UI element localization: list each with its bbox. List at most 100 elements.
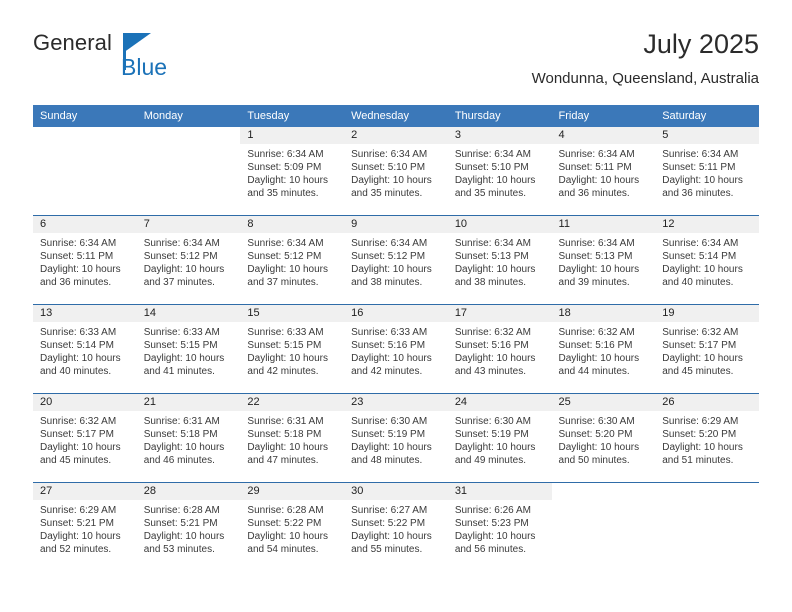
day-info-line: Sunset: 5:09 PM <box>247 162 322 173</box>
calendar-day-cell[interactable]: 20 Sunrise: 6:32 AM Sunset: 5:17 PM Dayligh… <box>33 393 137 483</box>
day-number: 11 <box>551 216 656 233</box>
day-number: 19 <box>655 305 759 322</box>
calendar-day-cell[interactable]: 25 Sunrise: 6:30 AM Sunset: 5:20 PM Dayligh… <box>551 393 656 483</box>
calendar-day-cell[interactable]: 11 Sunrise: 6:34 AM Sunset: 5:13 PM Dayligh… <box>551 215 656 305</box>
day-sun-info: Sunrise: 6:34 AM Sunset: 5:14 PM Daylight:… <box>655 233 759 289</box>
calendar-day-cell[interactable]: 22 Sunrise: 6:31 AM Sunset: 5:18 PM Dayligh… <box>240 393 345 483</box>
day-info-line: Daylight: 10 hours <box>247 264 329 275</box>
day-info-line: Daylight: 10 hours <box>662 442 743 453</box>
day-info-line: Sunset: 5:21 PM <box>40 518 114 529</box>
calendar-day-cell[interactable]: 31 Sunrise: 6:26 AM Sunset: 5:23 PM Dayligh… <box>447 482 552 571</box>
day-info-line: Daylight: 10 hours <box>351 175 432 186</box>
day-info-line: Sunrise: 6:28 AM <box>247 505 324 516</box>
day-info-line: Sunset: 5:11 PM <box>662 162 736 173</box>
day-info-line: Sunrise: 6:31 AM <box>143 416 220 427</box>
calendar-day-cell[interactable]: 7 Sunrise: 6:34 AM Sunset: 5:12 PM Daylight… <box>136 215 241 305</box>
day-info-line: Daylight: 10 hours <box>143 442 225 453</box>
calendar-week-row: 27 Sunrise: 6:29 AM Sunset: 5:21 PM Dayligh… <box>33 482 759 571</box>
day-info-line: and 45 minutes. <box>40 455 112 466</box>
day-info-line: Sunrise: 6:32 AM <box>558 327 635 338</box>
day-number: 23 <box>344 394 448 411</box>
calendar-day-cell[interactable]: 2 Sunrise: 6:34 AM Sunset: 5:10 PM Daylight… <box>344 127 448 216</box>
calendar-day-cell[interactable]: 27 Sunrise: 6:29 AM Sunset: 5:21 PM Dayligh… <box>33 482 137 571</box>
day-info-line: and 43 minutes. <box>454 366 526 377</box>
calendar-day-cell[interactable]: 3 Sunrise: 6:34 AM Sunset: 5:10 PM Daylight… <box>447 127 552 216</box>
day-info-line: and 36 minutes. <box>662 188 734 199</box>
day-info-line: Sunset: 5:19 PM <box>454 429 529 440</box>
calendar-day-cell[interactable]: 10 Sunrise: 6:34 AM Sunset: 5:13 PM Dayligh… <box>447 215 552 305</box>
day-info-line: Sunrise: 6:29 AM <box>662 416 739 427</box>
calendar-day-cell[interactable]: 1 Sunrise: 6:34 AM Sunset: 5:09 PM Daylight… <box>240 127 345 216</box>
day-sun-info: Sunrise: 6:34 AM Sunset: 5:11 PM Daylight:… <box>655 144 759 200</box>
day-sun-info: Sunrise: 6:26 AM Sunset: 5:23 PM Daylight:… <box>448 500 552 556</box>
day-number: 22 <box>240 394 345 411</box>
day-info-line: Sunset: 5:20 PM <box>662 429 737 440</box>
day-info-line: and 46 minutes. <box>143 455 215 466</box>
calendar-day-cell[interactable]: 4 Sunrise: 6:34 AM Sunset: 5:11 PM Daylight… <box>551 127 656 216</box>
day-info-line: Daylight: 10 hours <box>143 264 225 275</box>
day-sun-info: Sunrise: 6:34 AM Sunset: 5:12 PM Daylight:… <box>240 233 344 289</box>
day-info-line: Sunset: 5:10 PM <box>351 162 426 173</box>
day-info-line: and 35 minutes. <box>454 188 526 199</box>
calendar-grid: Sunday Monday Tuesday Wednesday Thursday… <box>33 105 759 571</box>
calendar-day-cell[interactable]: 28 Sunrise: 6:28 AM Sunset: 5:21 PM Dayligh… <box>136 482 241 571</box>
day-cell-content: 8 Sunrise: 6:34 AM Sunset: 5:12 PM Daylight… <box>240 216 345 304</box>
day-cell-content: 1 Sunrise: 6:34 AM Sunset: 5:09 PM Daylight… <box>240 127 345 215</box>
calendar-day-cell[interactable]: 29 Sunrise: 6:28 AM Sunset: 5:22 PM Dayligh… <box>240 482 345 571</box>
calendar-day-cell[interactable]: 23 Sunrise: 6:30 AM Sunset: 5:19 PM Dayligh… <box>344 393 448 483</box>
day-info-line: Sunset: 5:17 PM <box>662 340 737 351</box>
day-sun-info: Sunrise: 6:34 AM Sunset: 5:13 PM Daylight:… <box>552 233 656 289</box>
day-sun-info: Sunrise: 6:30 AM Sunset: 5:19 PM Daylight:… <box>448 411 552 467</box>
day-number: 16 <box>344 305 448 322</box>
day-sun-info <box>33 144 137 148</box>
day-number: 7 <box>136 216 241 233</box>
day-info-line: Daylight: 10 hours <box>662 175 743 186</box>
day-number: 26 <box>655 394 759 411</box>
calendar-day-cell[interactable]: 18 Sunrise: 6:32 AM Sunset: 5:16 PM Dayligh… <box>551 304 656 394</box>
day-sun-info: Sunrise: 6:27 AM Sunset: 5:22 PM Daylight:… <box>344 500 448 556</box>
calendar-day-cell[interactable]: 30 Sunrise: 6:27 AM Sunset: 5:22 PM Dayligh… <box>344 482 448 571</box>
day-info-line: and 55 minutes. <box>351 544 423 555</box>
day-info-line: and 53 minutes. <box>143 544 215 555</box>
calendar-week-row: 6 Sunrise: 6:34 AM Sunset: 5:11 PM Daylight… <box>33 215 759 305</box>
calendar-day-cell[interactable]: 13 Sunrise: 6:33 AM Sunset: 5:14 PM Dayligh… <box>33 304 137 394</box>
day-info-line: Daylight: 10 hours <box>143 531 225 542</box>
day-info-line: Sunset: 5:14 PM <box>40 340 114 351</box>
day-info-line: and 39 minutes. <box>558 277 630 288</box>
calendar-day-cell[interactable]: 8 Sunrise: 6:34 AM Sunset: 5:12 PM Daylight… <box>240 215 345 305</box>
calendar-week-row: 13 Sunrise: 6:33 AM Sunset: 5:14 PM Dayligh… <box>33 304 759 394</box>
day-cell-content: 10 Sunrise: 6:34 AM Sunset: 5:13 PM Dayligh… <box>447 216 552 304</box>
day-sun-info: Sunrise: 6:28 AM Sunset: 5:22 PM Daylight:… <box>240 500 344 556</box>
day-cell-content: 21 Sunrise: 6:31 AM Sunset: 5:18 PM Dayligh… <box>136 394 241 482</box>
day-number: 13 <box>33 305 137 322</box>
day-sun-info: Sunrise: 6:34 AM Sunset: 5:10 PM Daylight:… <box>448 144 552 200</box>
calendar-day-cell[interactable]: 26 Sunrise: 6:29 AM Sunset: 5:20 PM Dayligh… <box>655 393 759 483</box>
day-number: 31 <box>447 483 552 500</box>
calendar-day-cell[interactable]: 17 Sunrise: 6:32 AM Sunset: 5:16 PM Dayligh… <box>447 304 552 394</box>
day-number: 29 <box>240 483 345 500</box>
day-info-line: and 40 minutes. <box>662 277 734 288</box>
calendar-day-cell[interactable]: 14 Sunrise: 6:33 AM Sunset: 5:15 PM Dayligh… <box>136 304 241 394</box>
day-info-line: and 44 minutes. <box>558 366 630 377</box>
calendar-day-cell[interactable]: 12 Sunrise: 6:34 AM Sunset: 5:14 PM Dayligh… <box>655 215 759 305</box>
calendar-day-cell[interactable]: 19 Sunrise: 6:32 AM Sunset: 5:17 PM Dayligh… <box>655 304 759 394</box>
day-info-line: Sunset: 5:10 PM <box>454 162 529 173</box>
calendar-day-cell[interactable]: 21 Sunrise: 6:31 AM Sunset: 5:18 PM Dayligh… <box>136 393 241 483</box>
calendar-day-cell[interactable]: 16 Sunrise: 6:33 AM Sunset: 5:16 PM Dayligh… <box>344 304 448 394</box>
calendar-day-cell[interactable]: 24 Sunrise: 6:30 AM Sunset: 5:19 PM Dayligh… <box>447 393 552 483</box>
day-cell-content: 5 Sunrise: 6:34 AM Sunset: 5:11 PM Daylight… <box>655 127 759 215</box>
day-info-line: Sunrise: 6:34 AM <box>662 149 739 160</box>
calendar-day-cell[interactable]: 9 Sunrise: 6:34 AM Sunset: 5:12 PM Daylight… <box>344 215 448 305</box>
calendar-day-cell[interactable]: 6 Sunrise: 6:34 AM Sunset: 5:11 PM Daylight… <box>33 215 137 305</box>
day-sun-info: Sunrise: 6:34 AM Sunset: 5:13 PM Daylight:… <box>448 233 552 289</box>
day-info-line: and 40 minutes. <box>40 366 112 377</box>
day-info-line: Daylight: 10 hours <box>40 442 121 453</box>
calendar-day-cell[interactable]: 15 Sunrise: 6:33 AM Sunset: 5:15 PM Dayligh… <box>240 304 345 394</box>
day-number <box>33 127 137 144</box>
day-info-line: Sunrise: 6:33 AM <box>351 327 428 338</box>
calendar-day-cell[interactable]: 5 Sunrise: 6:34 AM Sunset: 5:11 PM Daylight… <box>655 127 759 216</box>
calendar-cell-empty <box>655 482 759 571</box>
weekday-header-monday: Monday <box>136 105 241 127</box>
calendar-week-row: 20 Sunrise: 6:32 AM Sunset: 5:17 PM Dayligh… <box>33 393 759 483</box>
day-cell-content <box>33 127 137 215</box>
